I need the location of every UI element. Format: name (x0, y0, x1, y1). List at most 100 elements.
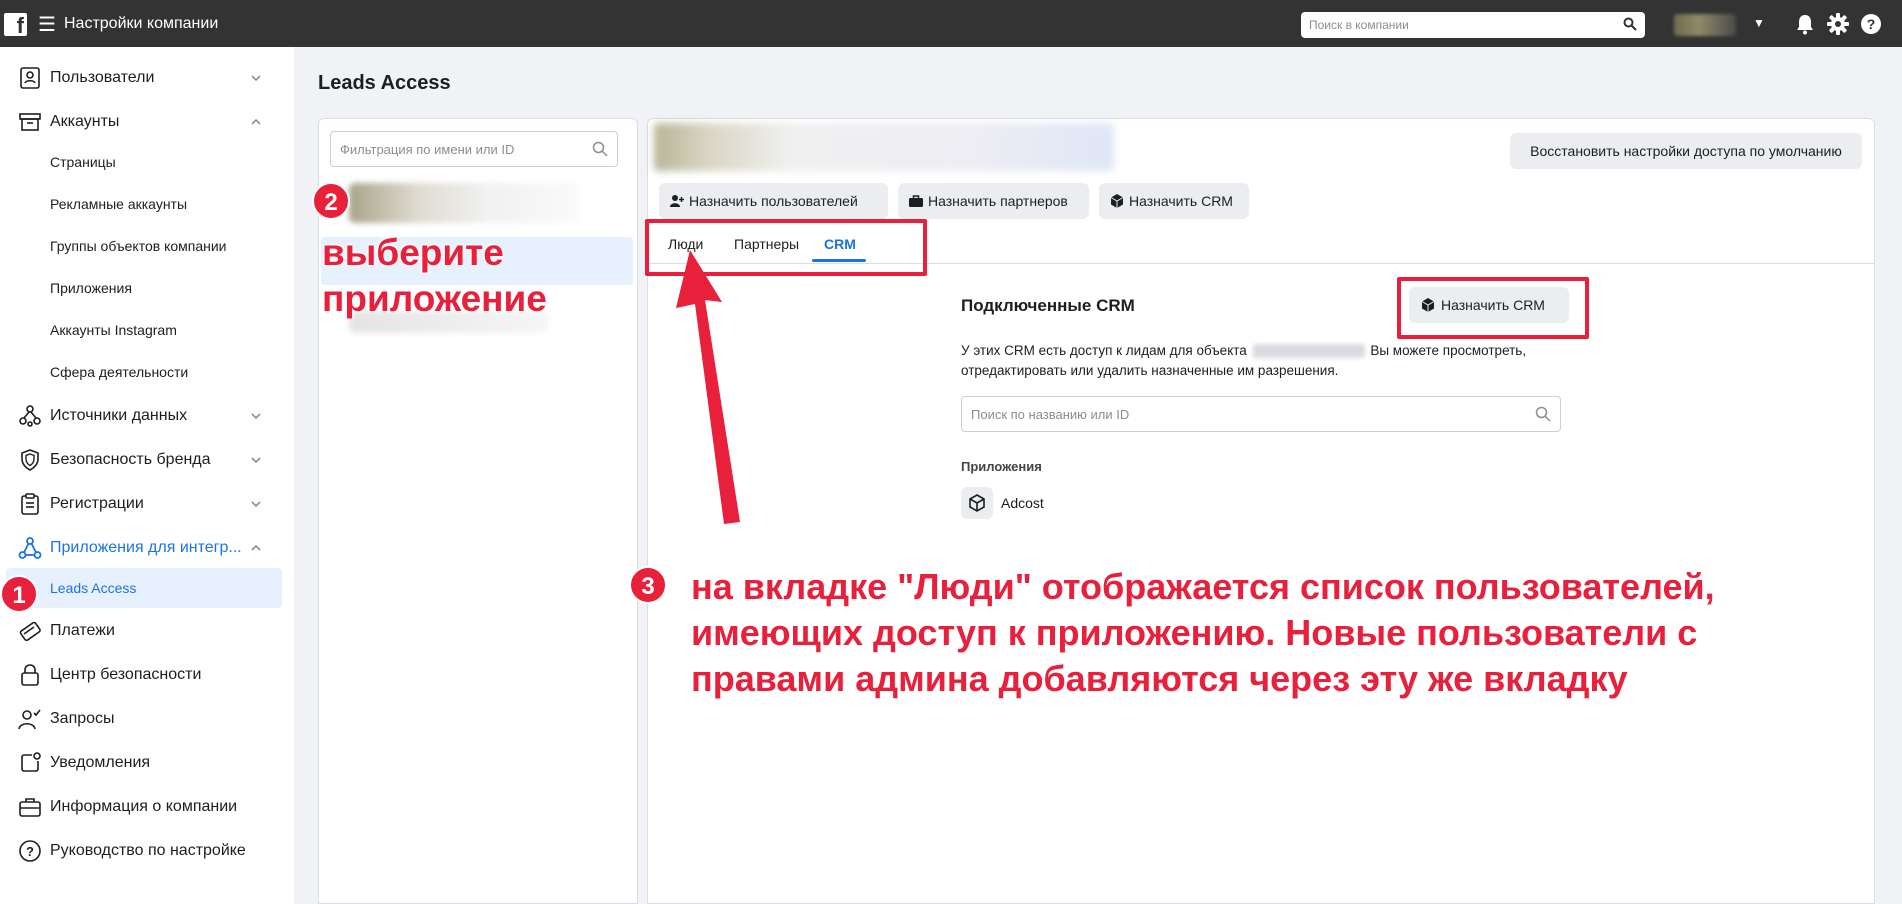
shield-icon (21, 449, 39, 471)
bell-icon[interactable] (1795, 13, 1815, 35)
archive-icon (19, 113, 41, 131)
lock-icon (21, 664, 39, 686)
help-icon[interactable]: ? (1860, 13, 1882, 35)
sidebar-subitem-instagram[interactable]: Аккаунты Instagram (50, 322, 177, 338)
data-sources-icon (19, 405, 41, 427)
account-dropdown-icon[interactable]: ▼ (1753, 16, 1765, 30)
search-icon[interactable] (1623, 17, 1637, 31)
company-search-input[interactable] (1301, 12, 1601, 38)
assign-crm-label: Назначить CRM (1129, 193, 1233, 209)
filter-input[interactable] (331, 132, 581, 166)
assign-users-button[interactable]: Назначить пользователей (659, 183, 888, 219)
company-search[interactable] (1301, 12, 1645, 38)
sidebar-item-label: Запросы (50, 710, 115, 727)
briefcase-icon (909, 195, 923, 207)
sidebar-subitem-pages[interactable]: Страницы (50, 154, 116, 170)
sidebar: Пользователи Аккаунты Страницы Рекламные… (0, 47, 294, 904)
sidebar-item-notifications[interactable]: Уведомления (0, 743, 282, 783)
sidebar-item-users[interactable]: Пользователи (0, 58, 282, 98)
chevron-down-icon (251, 457, 261, 464)
page-title: Leads Access (318, 72, 451, 94)
sidebar-item-label: Пользователи (50, 69, 155, 86)
chevron-up-icon (251, 118, 261, 125)
briefcase-icon (19, 798, 41, 817)
users-id-icon (20, 67, 40, 89)
account-avatar[interactable] (1674, 14, 1736, 36)
search-icon (592, 141, 608, 157)
sidebar-item-label: Центр безопасности (50, 666, 202, 683)
annotation-choose-app: выберите приложение (322, 230, 547, 322)
gear-icon[interactable] (1827, 13, 1849, 35)
menu-icon[interactable]: ☰ (38, 12, 56, 37)
payments-icon (19, 621, 41, 642)
sidebar-subitem-label: Leads Access (50, 580, 137, 596)
sidebar-item-label: Аккаунты (50, 113, 120, 130)
annotation-assign-crm-box (1397, 277, 1589, 339)
sidebar-item-company-info[interactable]: Информация о компании (0, 787, 282, 827)
sidebar-item-data-sources[interactable]: Источники данных (0, 396, 282, 436)
filter-search[interactable] (330, 131, 618, 167)
connected-crm-title: Подключенные CRM (961, 296, 1135, 315)
top-bar: f ☰ Настройки компании ▼ ? (0, 0, 1902, 47)
sidebar-item-brand-safety[interactable]: Безопасность бренда (0, 440, 282, 480)
annotation-choose-app-line2: приложение (322, 278, 547, 319)
assign-partners-label: Назначить партнеров (928, 193, 1068, 209)
sidebar-item-accounts[interactable]: Аккаунты (0, 102, 282, 142)
cube-icon (1110, 194, 1124, 208)
sidebar-item-label: Уведомления (50, 754, 151, 771)
assign-partners-button[interactable]: Назначить партнеров (898, 183, 1089, 219)
annotation-note-line3: правами админа добавляются через эту же … (691, 658, 1628, 699)
app-cube-icon (961, 487, 993, 519)
facebook-logo-icon[interactable]: f (4, 13, 27, 36)
annotation-number-2: 2 (312, 182, 350, 220)
add-user-icon (670, 195, 684, 207)
list-item-blurred[interactable] (349, 183, 579, 223)
sidebar-subitem-line-of-business[interactable]: Сфера деятельности (50, 364, 188, 380)
assign-users-label: Назначить пользователей (689, 193, 858, 209)
object-name-blurred (1252, 344, 1365, 359)
crm-description: У этих CRM есть доступ к лидам для объек… (961, 341, 1581, 381)
apps-section-title: Приложения (961, 459, 1042, 474)
restore-default-access-button[interactable]: Восстановить настройки доступа по умолча… (1510, 133, 1862, 169)
chevron-down-icon (251, 501, 261, 508)
sidebar-item-label: Руководство по настройке (50, 842, 246, 859)
crm-description-part1: У этих CRM есть доступ к лидам для объек… (961, 343, 1247, 358)
sidebar-item-label: Безопасность бренда (50, 451, 211, 468)
sidebar-item-requests[interactable]: Запросы (0, 699, 282, 739)
selected-app-header (654, 123, 1114, 171)
integrations-icon (18, 537, 42, 559)
clipboard-icon (21, 493, 39, 515)
chevron-down-icon (251, 75, 261, 82)
assign-crm-button[interactable]: Назначить CRM (1099, 183, 1249, 219)
annotation-arrow (676, 250, 740, 524)
annotation-note-line2: имеющих доступ к приложению. Новые польз… (691, 612, 1698, 653)
svg-text:?: ? (1867, 16, 1876, 32)
sidebar-subitem-ad-accounts[interactable]: Рекламные аккаунты (50, 196, 187, 212)
crm-search-input[interactable] (962, 397, 1522, 431)
crm-search[interactable] (961, 396, 1561, 432)
notifications-icon (21, 752, 41, 772)
sidebar-item-setup-guide[interactable]: ? Руководство по настройке (0, 831, 282, 871)
sidebar-item-integrations[interactable]: Приложения для интегр... (0, 528, 282, 568)
requests-icon (18, 709, 41, 730)
annotation-note-line1: на вкладке "Люди" отображается список по… (691, 566, 1715, 607)
sidebar-subitem-leads-access[interactable]: Leads Access (6, 568, 282, 608)
app-name[interactable]: Adcost (1001, 495, 1044, 511)
chevron-up-icon (251, 544, 261, 551)
sidebar-item-label: Источники данных (50, 407, 188, 424)
annotation-note: на вкладке "Люди" отображается список по… (691, 564, 1715, 702)
sidebar-item-payments[interactable]: Платежи (0, 611, 282, 651)
sidebar-subitem-apps[interactable]: Приложения (50, 280, 132, 296)
search-icon (1535, 406, 1551, 422)
help-icon: ? (19, 840, 41, 862)
sidebar-item-label: Приложения для интегр... (50, 539, 242, 556)
sidebar-item-label: Информация о компании (50, 798, 238, 815)
sidebar-item-security-center[interactable]: Центр безопасности (0, 655, 282, 695)
annotation-choose-app-line1: выберите (322, 232, 504, 273)
sidebar-item-registrations[interactable]: Регистрации (0, 484, 282, 524)
sidebar-subitem-asset-groups[interactable]: Группы объектов компании (50, 238, 227, 254)
svg-text:?: ? (26, 844, 34, 859)
sidebar-item-label: Регистрации (50, 495, 144, 512)
app-title: Настройки компании (64, 15, 219, 32)
annotation-number-1: 1 (0, 575, 38, 613)
